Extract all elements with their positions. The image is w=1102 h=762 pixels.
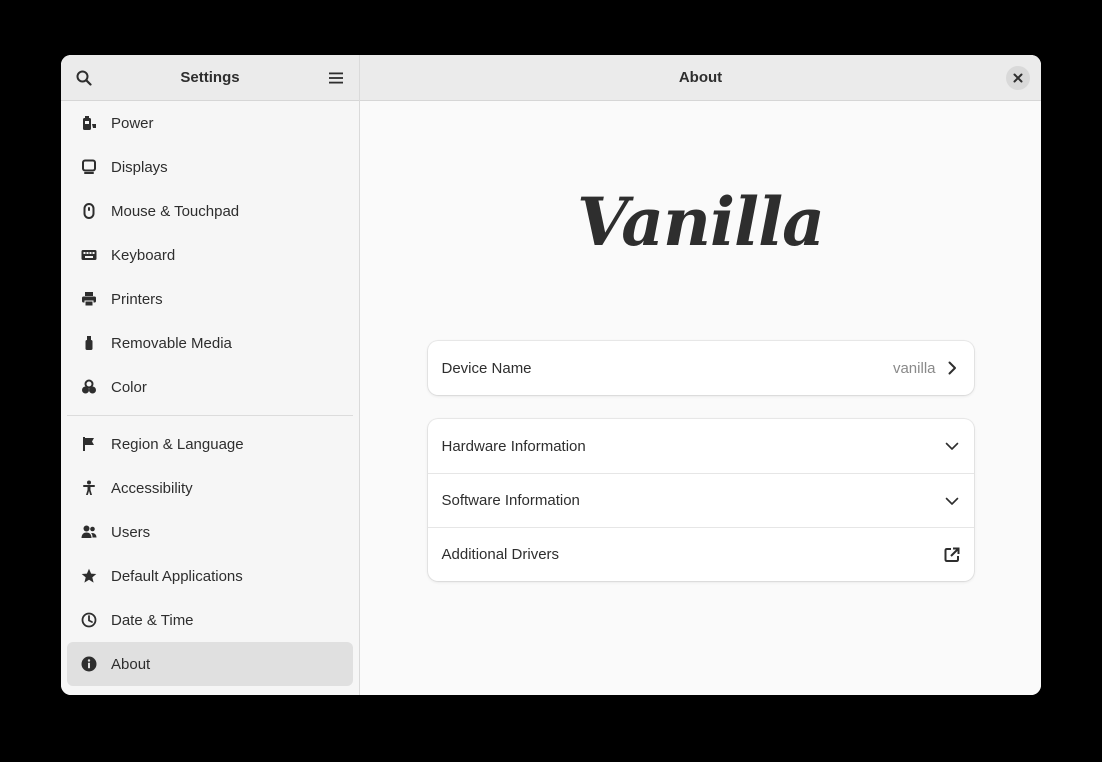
power-icon [81,115,97,131]
sidebar-item-label: Date & Time [111,611,194,629]
chevron-down-icon [944,493,960,509]
sidebar-item-color[interactable]: Color [67,365,353,409]
close-icon [1013,73,1023,83]
nav-list-group-2: Region & Language Accessibility Users De… [61,422,359,686]
hardware-information-label: Hardware Information [441,437,586,455]
users-icon [81,524,97,540]
device-name-row[interactable]: Device Name vanilla [428,341,974,395]
info-icon [81,656,97,672]
sidebar-header: Settings [61,55,359,101]
sidebar-item-label: Power [111,114,154,132]
sidebar-title: Settings [180,69,240,86]
sidebar-item-label: Keyboard [111,246,176,264]
hamburger-menu-icon [329,72,343,84]
sidebar-item-displays[interactable]: Displays [67,145,353,189]
sidebar-item-accessibility[interactable]: Accessibility [67,466,353,510]
main-menu-button[interactable] [323,65,349,91]
chevron-right-icon [944,360,960,376]
search-icon [76,70,92,86]
sidebar-divider [67,415,353,416]
page-title: About [678,69,723,86]
sidebar-item-label: Displays [111,158,168,176]
sidebar-item-label: Users [111,523,151,541]
mouse-icon [81,203,97,219]
sidebar-item-label: Accessibility [111,479,193,497]
display-icon [81,159,97,175]
sidebar-item-users[interactable]: Users [67,510,353,554]
search-button[interactable] [71,65,97,91]
info-card: Hardware Information Software Informatio… [427,419,974,581]
keyboard-icon [81,247,97,263]
sidebar-item-label: Removable Media [111,334,232,352]
chevron-down-icon [944,438,960,454]
flag-icon [81,436,97,452]
software-information-label: Software Information [441,492,580,509]
content-pane: About Vanilla Device Name vanilla Hardwa… [360,55,1041,695]
sidebar-item-label: About [111,655,151,673]
accessibility-icon [81,480,97,496]
star-icon [81,568,97,584]
nav-list-group-1: Power Displays Mouse & Touchpad Keyboard [61,101,359,409]
distro-logo: Vanilla [360,101,1041,341]
sidebar-item-date-time[interactable]: Date & Time [67,598,353,642]
device-card: Device Name vanilla [427,341,974,395]
logo-text: Vanilla [577,183,825,261]
sidebar-item-power[interactable]: Power [67,101,353,145]
sidebar-item-mouse-touchpad[interactable]: Mouse & Touchpad [67,189,353,233]
sidebar: Settings Power Displays Mouse & Touchpad… [61,55,360,695]
content-header: About [360,55,1041,101]
clock-icon [81,612,97,628]
close-button[interactable] [1006,66,1030,90]
sidebar-item-label: Region & Language [111,435,244,453]
color-icon [81,379,97,395]
additional-drivers-row[interactable]: Additional Drivers [427,527,974,581]
settings-window: Settings Power Displays Mouse & Touchpad… [61,55,1041,695]
sidebar-item-removable-media[interactable]: Removable Media [67,321,353,365]
sidebar-item-label: Mouse & Touchpad [111,202,240,220]
sidebar-item-printers[interactable]: Printers [67,277,353,321]
sidebar-item-default-applications[interactable]: Default Applications [67,554,353,598]
external-link-icon [944,547,960,563]
usb-icon [81,335,97,351]
sidebar-item-region-language[interactable]: Region & Language [67,422,353,466]
hardware-information-row[interactable]: Hardware Information [428,419,974,473]
printer-icon [81,291,97,307]
sidebar-item-keyboard[interactable]: Keyboard [67,233,353,277]
sidebar-item-label: Color [111,378,147,396]
sidebar-item-about[interactable]: About [67,642,353,686]
device-name-value: vanilla [892,359,936,377]
software-information-row[interactable]: Software Information [427,473,974,527]
sidebar-item-label: Printers [111,290,163,308]
sidebar-item-label: Default Applications [111,567,243,585]
device-name-label: Device Name [441,359,532,377]
additional-drivers-label: Additional Drivers [441,546,560,563]
